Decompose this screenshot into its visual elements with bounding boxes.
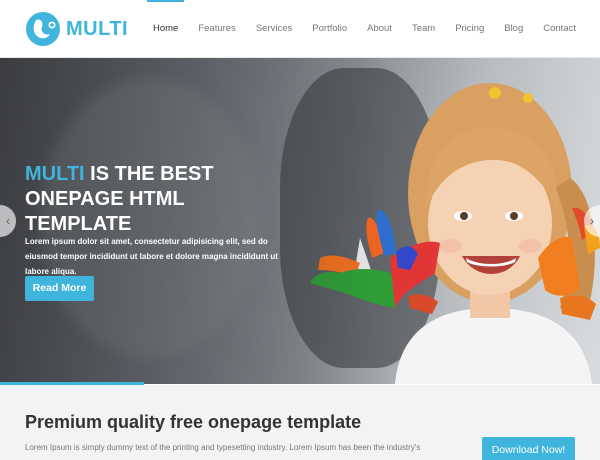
hero-slider: MULTI IS THE BEST ONEPAGE HTML TEMPLATE …	[0, 58, 600, 384]
nav-item-about[interactable]: About	[367, 0, 392, 58]
chevron-right-icon: ›	[590, 214, 594, 228]
promo-title: Premium quality free onepage template	[25, 412, 362, 432]
promo-text: Lorem Ipsum is simply dummy text of the …	[25, 443, 421, 452]
download-now-button[interactable]: Download Now!	[482, 437, 575, 460]
nav-item-features[interactable]: Features	[198, 0, 236, 58]
nav-item-pricing[interactable]: Pricing	[455, 0, 484, 58]
hero-description: Lorem ipsum dolor sit amet, consectetur …	[25, 237, 278, 276]
nav-item-team[interactable]: Team	[412, 0, 435, 58]
nav-item-blog[interactable]: Blog	[504, 0, 523, 58]
nav-item-contact[interactable]: Contact	[543, 0, 576, 58]
site-logo[interactable]: MULTI	[26, 12, 128, 46]
promo-section: Premium quality free onepage template Lo…	[0, 385, 600, 460]
nav-item-home[interactable]: Home	[146, 0, 185, 58]
multi-logo-icon	[26, 12, 60, 46]
hero-title-accent: MULTI	[25, 163, 85, 185]
hero-title: MULTI IS THE BEST ONEPAGE HTML TEMPLATE	[25, 162, 285, 237]
site-header: MULTI Home Features Services Portfolio A…	[0, 0, 600, 58]
main-nav: Home Features Services Portfolio About T…	[133, 0, 576, 58]
nav-item-portfolio[interactable]: Portfolio	[312, 0, 347, 58]
read-more-button[interactable]: Read More	[25, 276, 94, 301]
chevron-left-icon: ‹	[6, 214, 10, 228]
nav-item-services[interactable]: Services	[256, 0, 292, 58]
brand-name: MULTI	[66, 17, 129, 40]
